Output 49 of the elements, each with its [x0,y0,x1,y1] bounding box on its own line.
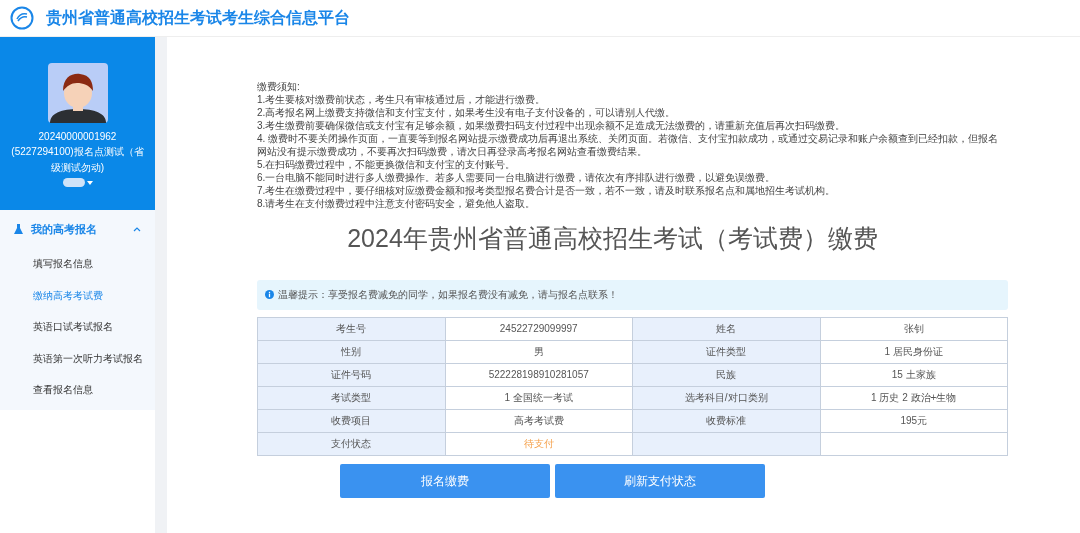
site-title: 贵州省普通高校招生考试考生综合信息平台 [46,8,350,29]
field-value: 1 历史 2 政治+生物 [820,386,1008,409]
notice-item: 5.在扫码缴费过程中，不能更换微信和支付宝的支付账号。 [257,158,517,171]
user-unit: (5227294100)报名点测试（省级测试勿动) [10,145,145,175]
field-label: 考试类型 [257,386,445,409]
logo-icon [10,6,34,30]
field-label: 民族 [632,363,820,386]
notice-item: 1.考生要核对缴费前状态，考生只有审核通过后，才能进行缴费。 [257,93,547,106]
field-value: 1 居民身份证 [820,340,1008,363]
field-label: 收费项目 [257,409,445,432]
field-label: 性别 [257,340,445,363]
field-value: 24522729099997 [445,317,633,340]
notice-item: 3.考生缴费前要确保微信或支付宝有足够余额，如果缴费扫码支付过程中出现余额不足造成无法缴费的，请重新充值后再次扫码缴费。 [257,119,847,132]
notice-item: 2.高考报名网上缴费支持微信和支付宝支付，如果考生没有电子支付设备的，可以请别人代缴。 [257,106,677,119]
menu-item[interactable]: 填写报名信息 [0,248,155,280]
user-id: 20240000001962 [38,130,117,144]
caret-icon[interactable] [86,180,93,185]
field-value: 195元 [820,409,1008,432]
field-value: 高考考试费 [445,409,633,432]
menu-item[interactable]: 英语第一次听力考试报名 [0,342,155,374]
menu-item[interactable]: 查看报名信息 [0,374,155,406]
menu-item[interactable]: 缴纳高考考试费 [0,279,155,311]
menu-group-label[interactable]: 我的高考报名 [31,220,125,238]
info-icon [265,290,274,299]
page-title: 2024年贵州省普通高校招生考试（考试费）缴费 [346,223,879,254]
field-value: 待支付 [445,432,633,455]
field-value: 男 [445,340,633,363]
flask-icon [14,224,23,234]
field-label: 证件号码 [257,363,445,386]
blurred-username [62,178,85,187]
field-label: 姓名 [632,317,820,340]
field-label: 证件类型 [632,340,820,363]
notice-item: 6.一台电脑不能同时进行多人缴费操作。若多人需要同一台电脑进行缴费，请依次有序排队进行缴费，以避免误缴费。 [257,171,777,184]
notice-item: 4. 缴费时不要关闭操作页面，一直要等到报名网站提示缴费成功后再退出系统、关闭页面。若微信、支付宝扣款成功，或通过交易记录和账户余额查到已经扣款，但报名网站没有提示缴费成功，不要再次扫码缴费，请次日再登录高考报名网站查看缴费结果。 [257,132,1000,158]
notice-item: 7.考生在缴费过程中，要仔细核对应缴费金额和报考类型报名费合计是否一致，若不一致，请及时联系报名点和属地招生考试机构。 [257,184,837,197]
avatar [47,63,108,123]
field-label: 收费标准 [632,409,820,432]
field-value: 522228198910281057 [445,363,633,386]
field-value: 1 全国统一考试 [445,386,633,409]
notice-item: 8.请考生在支付缴费过程中注意支付密码安全，避免他人盗取。 [257,197,537,210]
notice-heading: 缴费须知: [257,80,301,93]
field-value: 张钊 [820,317,1008,340]
tip-text: 温馨提示：享受报名费减免的同学，如果报名费没有减免，请与报名点联系！ [278,288,618,302]
chevron-icon[interactable] [133,226,141,232]
field-value: 15 土家族 [820,363,1008,386]
field-label: 考生号 [257,317,445,340]
menu-item[interactable]: 英语口试考试报名 [0,311,155,343]
field-label: 支付状态 [257,432,445,455]
field-label: 选考科目/对口类别 [632,386,820,409]
